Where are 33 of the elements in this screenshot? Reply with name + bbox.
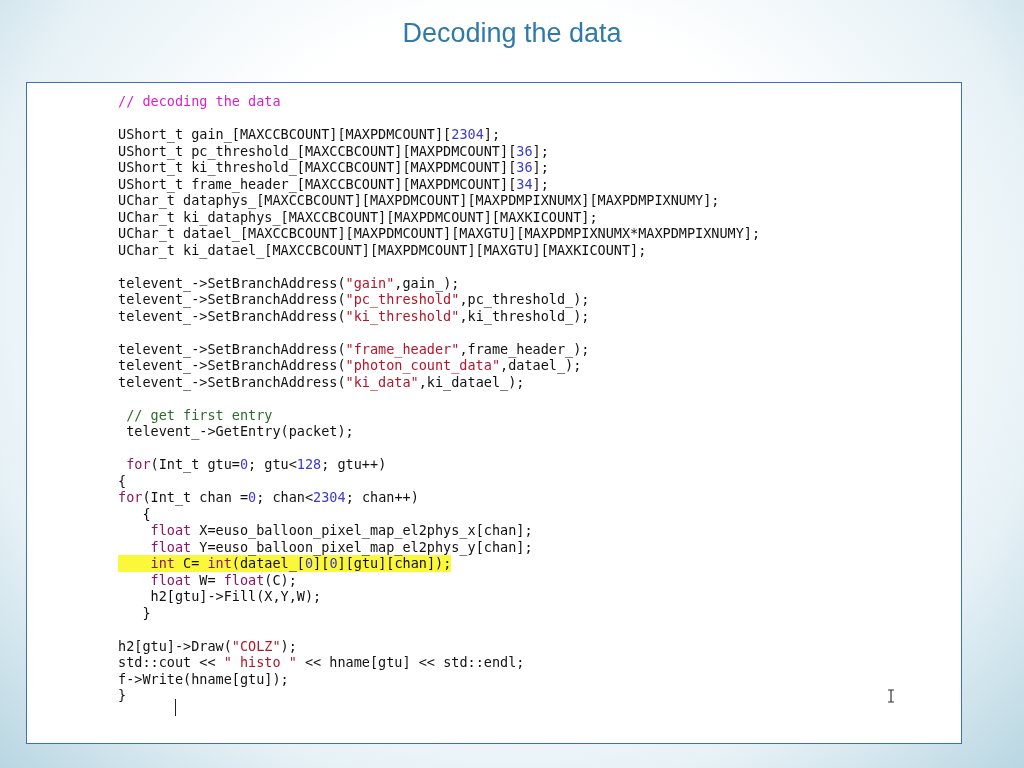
code-line: televent_->GetEntry(packet); (125, 423, 354, 440)
code-line: float W= float(C); (149, 571, 297, 588)
code-line: } (141, 604, 151, 621)
code-line: // get first entry (125, 406, 273, 423)
code-line: for(Int_t gtu=0; gtu<128; gtu++) (125, 456, 387, 473)
code-line: } (118, 687, 127, 704)
code-line: televent_->SetBranchAddress("frame_header",frame_header_); (118, 340, 590, 357)
code-line: h2[gtu]->Draw("COLZ"); (118, 637, 297, 654)
code-line: { (118, 472, 127, 489)
i-beam-cursor-icon (887, 689, 895, 703)
code-line: float X=euso_balloon_pixel_map_el2phys_x[chan]; (149, 522, 533, 539)
code-line: televent_->SetBranchAddress("pc_threshold",pc_threshold_); (118, 291, 590, 308)
code-line: UShort_t ki_threshold_[MAXCCBCOUNT][MAXPDMCOUNT][36]; (118, 159, 549, 176)
code-line: televent_->SetBranchAddress("ki_data",ki_datael_); (118, 373, 525, 390)
code-line: UShort_t pc_threshold_[MAXCCBCOUNT][MAXPDMCOUNT][36]; (118, 142, 549, 159)
code-line: UChar_t ki_dataphys_[MAXCCBCOUNT][MAXPDMCOUNT][MAXKICOUNT]; (118, 208, 598, 225)
code-line: // decoding the data (118, 93, 281, 110)
code-line: UShort_t frame_header_[MAXCCBCOUNT][MAXPDMCOUNT][34]; (118, 175, 549, 192)
code-line: f->Write(hname[gtu]); (118, 670, 289, 687)
code-line: h2[gtu]->Fill(X,Y,W); (149, 588, 322, 605)
code-line: UShort_t gain_[MAXCCBCOUNT][MAXPDMCOUNT][2304]; (118, 126, 501, 143)
code-line: float Y=euso_balloon_pixel_map_el2phys_y[chan]; (149, 538, 533, 555)
code-line: UChar_t ki_datael_[MAXCCBCOUNT][MAXPDMCOUNT][MAXGTU][MAXKICOUNT]; (118, 241, 647, 258)
code-line: televent_->SetBranchAddress("ki_threshold",ki_threshold_); (118, 307, 590, 324)
text-cursor-icon (175, 699, 176, 716)
slide-title: Decoding the data (402, 18, 622, 50)
code-line: for(Int_t chan =0; chan<2304; chan++) (118, 489, 419, 506)
code-line: televent_->SetBranchAddress("gain",gain_); (118, 274, 460, 291)
code-line: { (141, 505, 151, 522)
code-line: UChar_t datael_[MAXCCBCOUNT][MAXPDMCOUNT][MAXGTU][MAXPDMPIXNUMX*MAXPDMPIXNUMY]; (118, 225, 761, 242)
code-line: UChar_t dataphys_[MAXCCBCOUNT][MAXPDMCOUNT][MAXPDMPIXNUMX][MAXPDMPIXNUMY]; (118, 192, 720, 209)
code-line: televent_->SetBranchAddress("photon_count_data",datael_); (118, 357, 582, 374)
code-line: std::cout << " histo " << hname[gtu] << std::endl; (118, 654, 525, 671)
